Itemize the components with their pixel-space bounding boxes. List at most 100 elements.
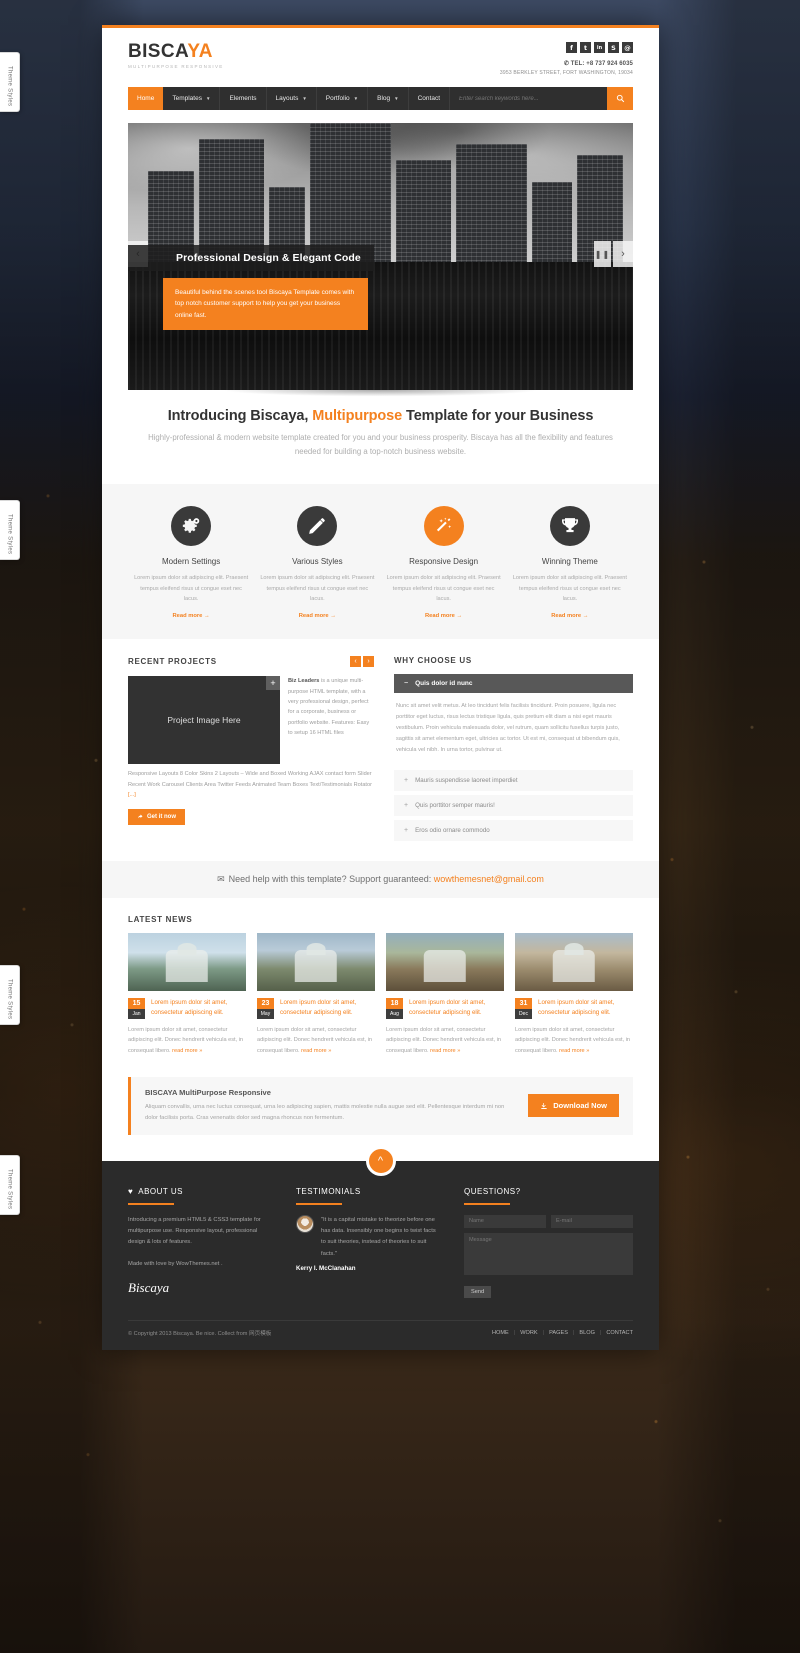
accordion-item-2[interactable]: + Quis porttitor semper mauris! bbox=[394, 794, 633, 816]
news-thumbnail[interactable] bbox=[128, 932, 246, 991]
news-thumbnail[interactable] bbox=[386, 932, 504, 991]
nav-item-layouts[interactable]: Layouts ▼ bbox=[267, 87, 317, 110]
search-icon bbox=[616, 94, 624, 103]
project-image-placeholder[interactable]: Project Image Here + bbox=[128, 676, 280, 765]
search-field-wrap[interactable] bbox=[450, 87, 607, 110]
nav-item-templates[interactable]: Templates ▼ bbox=[163, 87, 221, 110]
back-to-top-button[interactable]: ^ bbox=[365, 1145, 396, 1176]
hero-pause-button[interactable]: ❚❚ bbox=[594, 241, 611, 267]
news-read-more-link[interactable]: read more » bbox=[301, 1048, 331, 1054]
feature-read-more-link[interactable]: Read more → bbox=[513, 613, 627, 619]
nav-item-contact[interactable]: Contact bbox=[409, 87, 451, 110]
facebook-icon[interactable]: f bbox=[566, 42, 577, 53]
accordion-item-3[interactable]: + Eros odio ornare commodo bbox=[394, 819, 633, 841]
news-title-link[interactable]: Lorem ipsum dolor sit amet, consectetur … bbox=[280, 998, 375, 1019]
theme-styles-tab-2[interactable]: Theme Styles bbox=[0, 500, 20, 560]
project-more-link[interactable]: [...] bbox=[128, 792, 136, 798]
footer-columns: ♥ ABOUT US Introducing a premium HTML5 & … bbox=[128, 1187, 633, 1298]
email-field[interactable] bbox=[551, 1214, 633, 1228]
footer-link-pages[interactable]: PAGES bbox=[549, 1330, 568, 1336]
accordion-item-1[interactable]: + Mauris suspendisse laoreet imperdiet bbox=[394, 769, 633, 791]
footer-link-blog[interactable]: BLOG bbox=[579, 1330, 595, 1336]
pinterest-icon[interactable]: @ bbox=[622, 42, 633, 53]
news-date-badge: 15 Jan bbox=[128, 997, 145, 1019]
feature-title: Responsive Design bbox=[409, 557, 479, 567]
separator: | bbox=[513, 1329, 516, 1336]
news-body: Lorem ipsum dolor sit amet, consectetur … bbox=[257, 1026, 373, 1055]
search-input[interactable] bbox=[459, 95, 598, 102]
news-read-more-link[interactable]: read more » bbox=[559, 1048, 589, 1054]
feature-title: Modern Settings bbox=[161, 557, 221, 567]
feature-read-more-link[interactable]: Read more → bbox=[260, 613, 374, 619]
nav-item-portfolio[interactable]: Portfolio ▼ bbox=[317, 87, 369, 110]
social-links: f t in S @ bbox=[500, 42, 633, 53]
theme-styles-tab-1[interactable]: Theme Styles bbox=[0, 52, 20, 112]
news-title-link[interactable]: Lorem ipsum dolor sit amet, consectetur … bbox=[409, 998, 504, 1019]
hero-building bbox=[532, 181, 573, 262]
download-banner-title: BISCAYA MultiPurpose Responsive bbox=[145, 1087, 271, 1097]
news-day: 31 bbox=[515, 997, 532, 1009]
support-banner: ✉ Need help with this template? Support g… bbox=[102, 860, 659, 898]
footer-divider bbox=[128, 1202, 174, 1205]
hero-slider-wrap: ‹ › ❚❚ Professional Design & Elegant Cod… bbox=[102, 123, 659, 399]
footer-link-home[interactable]: HOME bbox=[492, 1330, 509, 1336]
news-title-link[interactable]: Lorem ipsum dolor sit amet, consectetur … bbox=[151, 998, 246, 1019]
feature-title: Winning Theme bbox=[541, 557, 598, 567]
recent-projects-column: RECENT PROJECTS ‹ › Project Image Here +… bbox=[128, 656, 374, 841]
share-arrow-icon bbox=[138, 814, 143, 819]
plus-icon[interactable]: + bbox=[266, 676, 280, 691]
download-now-button[interactable]: Download Now bbox=[528, 1094, 619, 1118]
download-banner-description: Aliquam convallis, urna nec luctus conse… bbox=[145, 1103, 505, 1121]
testimonial-quote: "It is a capital mistake to theorize bef… bbox=[321, 1216, 436, 1257]
logo-tagline: MultiPurpose Responsive bbox=[128, 64, 224, 69]
news-day: 15 bbox=[128, 997, 145, 1009]
page-title: Introducing Biscaya, Multipurpose Templa… bbox=[167, 408, 594, 424]
nav-item-home[interactable]: Home bbox=[128, 87, 164, 110]
news-thumbnail[interactable] bbox=[515, 932, 633, 991]
twitter-icon[interactable]: t bbox=[580, 42, 591, 53]
name-field[interactable] bbox=[464, 1214, 546, 1228]
news-read-more-link[interactable]: read more » bbox=[172, 1048, 202, 1054]
theme-styles-tab-3[interactable]: Theme Styles bbox=[0, 965, 20, 1025]
nav-item-blog[interactable]: Blog ▼ bbox=[368, 87, 409, 110]
news-day: 23 bbox=[257, 997, 274, 1009]
nav-item-elements[interactable]: Elements bbox=[220, 87, 267, 110]
feature-read-more-link[interactable]: Read more → bbox=[387, 613, 501, 619]
projects-prev-button[interactable]: ‹ bbox=[350, 656, 361, 668]
news-thumbnail[interactable] bbox=[257, 932, 375, 991]
feature-icon-circle bbox=[171, 506, 212, 547]
logo-block[interactable]: BISCAYA MultiPurpose Responsive bbox=[128, 42, 224, 69]
hero-next-arrow[interactable]: › bbox=[613, 241, 633, 267]
news-thumb-shape bbox=[165, 950, 209, 982]
news-meta: 15 Jan Lorem ipsum dolor sit amet, conse… bbox=[128, 997, 246, 1019]
message-field[interactable] bbox=[464, 1232, 633, 1275]
skype-icon[interactable]: S bbox=[608, 42, 619, 53]
theme-styles-tab-4[interactable]: Theme Styles bbox=[0, 1155, 20, 1215]
footer-about-title: ♥ ABOUT US bbox=[128, 1186, 183, 1196]
search-button[interactable] bbox=[607, 87, 633, 110]
news-title-link[interactable]: Lorem ipsum dolor sit amet, consectetur … bbox=[538, 998, 633, 1019]
get-it-now-button[interactable]: Get it now bbox=[128, 809, 185, 826]
features-section: Modern Settings Lorem ipsum dolor sit ad… bbox=[102, 484, 659, 640]
site-header: BISCAYA MultiPurpose Responsive f t in S… bbox=[102, 28, 659, 76]
footer-link-work[interactable]: WORK bbox=[520, 1330, 537, 1336]
accordion-open-header[interactable]: − Quis dolor id nunc bbox=[394, 674, 633, 694]
news-read-more-link[interactable]: read more » bbox=[430, 1048, 460, 1054]
news-item: 15 Jan Lorem ipsum dolor sit amet, conse… bbox=[128, 932, 246, 1057]
feature-icon-circle bbox=[423, 506, 464, 547]
hero-slider[interactable]: ‹ › ❚❚ Professional Design & Elegant Cod… bbox=[128, 123, 633, 390]
projects-next-button[interactable]: › bbox=[363, 656, 374, 668]
support-email-link[interactable]: wowthemesnet@gmail.com bbox=[434, 874, 544, 884]
why-choose-us-title: WHY CHOOSE US bbox=[394, 656, 472, 666]
send-button[interactable]: Send bbox=[464, 1285, 492, 1298]
news-meta: 23 May Lorem ipsum dolor sit amet, conse… bbox=[257, 997, 375, 1019]
feature-read-more-link[interactable]: Read more → bbox=[134, 613, 248, 619]
footer-link-contact[interactable]: CONTACT bbox=[606, 1330, 633, 1336]
linkedin-icon[interactable]: in bbox=[594, 42, 605, 53]
news-body: Lorem ipsum dolor sit amet, consectetur … bbox=[515, 1026, 631, 1055]
news-date-badge: 31 Dec bbox=[515, 997, 532, 1019]
intro-section: Introducing Biscaya, Multipurpose Templa… bbox=[102, 399, 659, 484]
separator: | bbox=[572, 1329, 575, 1336]
pencil-icon bbox=[309, 518, 326, 535]
footer-signature: Biscaya bbox=[128, 1279, 170, 1295]
